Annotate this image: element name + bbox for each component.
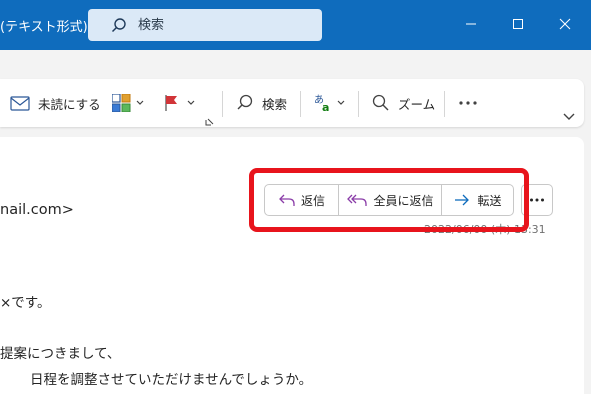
ribbon-separator bbox=[358, 91, 359, 117]
mark-unread-button[interactable]: 未読にする bbox=[10, 79, 101, 127]
svg-text:a: a bbox=[322, 101, 329, 113]
ribbon-toolbar: 未読にする 検索 あ a ズーム bbox=[0, 79, 584, 127]
ribbon-separator bbox=[300, 91, 301, 117]
search-box[interactable] bbox=[88, 9, 322, 41]
categorize-icon bbox=[112, 94, 131, 112]
mark-unread-label: 未読にする bbox=[38, 96, 101, 112]
minimize-button[interactable] bbox=[456, 10, 486, 38]
chevron-down-icon bbox=[136, 100, 144, 105]
flag-icon bbox=[165, 95, 177, 111]
search-ribbon-label: 検索 bbox=[262, 96, 288, 112]
ribbon-separator bbox=[222, 91, 223, 117]
close-window-button[interactable] bbox=[550, 10, 580, 38]
body-line: ×です。 bbox=[0, 295, 51, 311]
search-icon bbox=[110, 17, 128, 35]
chevron-down-icon bbox=[187, 100, 195, 105]
envelope-icon bbox=[10, 96, 30, 111]
search-icon bbox=[237, 94, 253, 110]
sender-address: nail.com> bbox=[0, 202, 74, 218]
chevron-down-icon bbox=[563, 113, 575, 120]
window-title: (テキスト形式) bbox=[0, 20, 88, 35]
flag-button[interactable] bbox=[164, 79, 196, 127]
translate-icon: あ a bbox=[314, 94, 329, 113]
ribbon-more-button[interactable] bbox=[458, 79, 478, 127]
search-ribbon-button[interactable]: 検索 bbox=[236, 79, 287, 127]
close-icon bbox=[559, 18, 571, 30]
translate-button[interactable]: あ a bbox=[314, 79, 346, 127]
search-input[interactable] bbox=[138, 14, 308, 36]
chevron-down-icon bbox=[337, 100, 345, 105]
minimize-icon bbox=[466, 23, 476, 25]
group-launcher-icon[interactable] bbox=[205, 111, 215, 126]
categorize-button[interactable] bbox=[112, 79, 145, 127]
body-line: 日程を調整させていただけませんでしょうか。 bbox=[30, 372, 313, 388]
maximize-icon bbox=[513, 19, 523, 29]
zoom-icon bbox=[372, 94, 389, 111]
highlight-box bbox=[249, 168, 529, 232]
ribbon-separator bbox=[444, 91, 445, 117]
more-icon bbox=[459, 101, 477, 105]
ribbon-expand-button[interactable] bbox=[562, 107, 576, 120]
maximize-button[interactable] bbox=[503, 10, 533, 38]
body-line: 提案につきまして、 bbox=[0, 346, 121, 362]
zoom-button[interactable]: ズーム bbox=[372, 79, 435, 127]
more-icon bbox=[530, 198, 544, 202]
zoom-label: ズーム bbox=[398, 96, 436, 112]
title-bar: (テキスト形式) bbox=[0, 0, 591, 50]
